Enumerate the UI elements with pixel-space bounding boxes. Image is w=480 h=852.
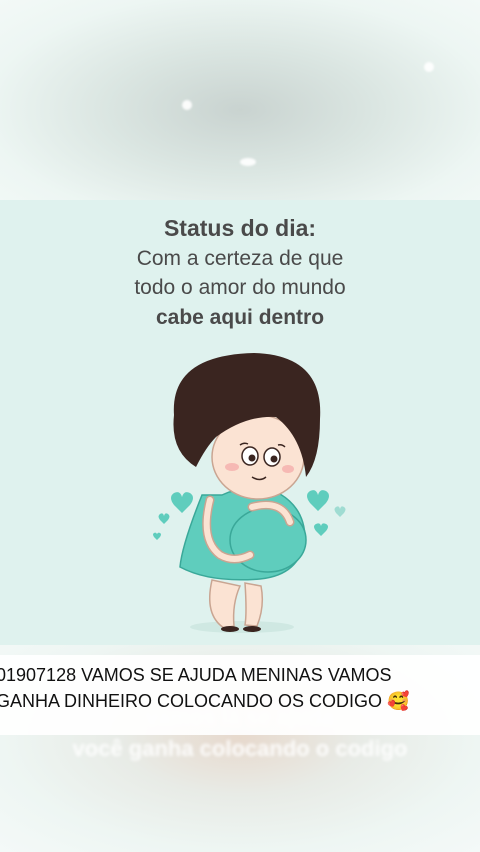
caption-text: 01907128 VAMOS SE AJUDA MENINAS VAMOS GA…	[0, 665, 410, 711]
heart-icon	[171, 492, 193, 513]
heart-icon	[158, 513, 170, 524]
pregnant-woman-illustration	[153, 353, 346, 633]
status-line-2: todo o amor do mundo	[134, 276, 346, 299]
heart-icon	[314, 523, 328, 536]
status-line-3: cabe aqui dentro	[155, 306, 325, 329]
blurred-background-top	[0, 0, 480, 200]
status-title: Status do dia:	[163, 215, 317, 241]
heart-icon	[334, 506, 346, 517]
status-line-1: Com a certeza de que	[136, 247, 344, 270]
light-speck	[424, 62, 434, 72]
blurred-background-text: você ganha colocando o codigo	[72, 736, 408, 761]
light-speck	[182, 100, 192, 110]
heart-icon	[307, 490, 329, 511]
heart-icon	[153, 532, 161, 540]
light-speck	[240, 158, 256, 166]
